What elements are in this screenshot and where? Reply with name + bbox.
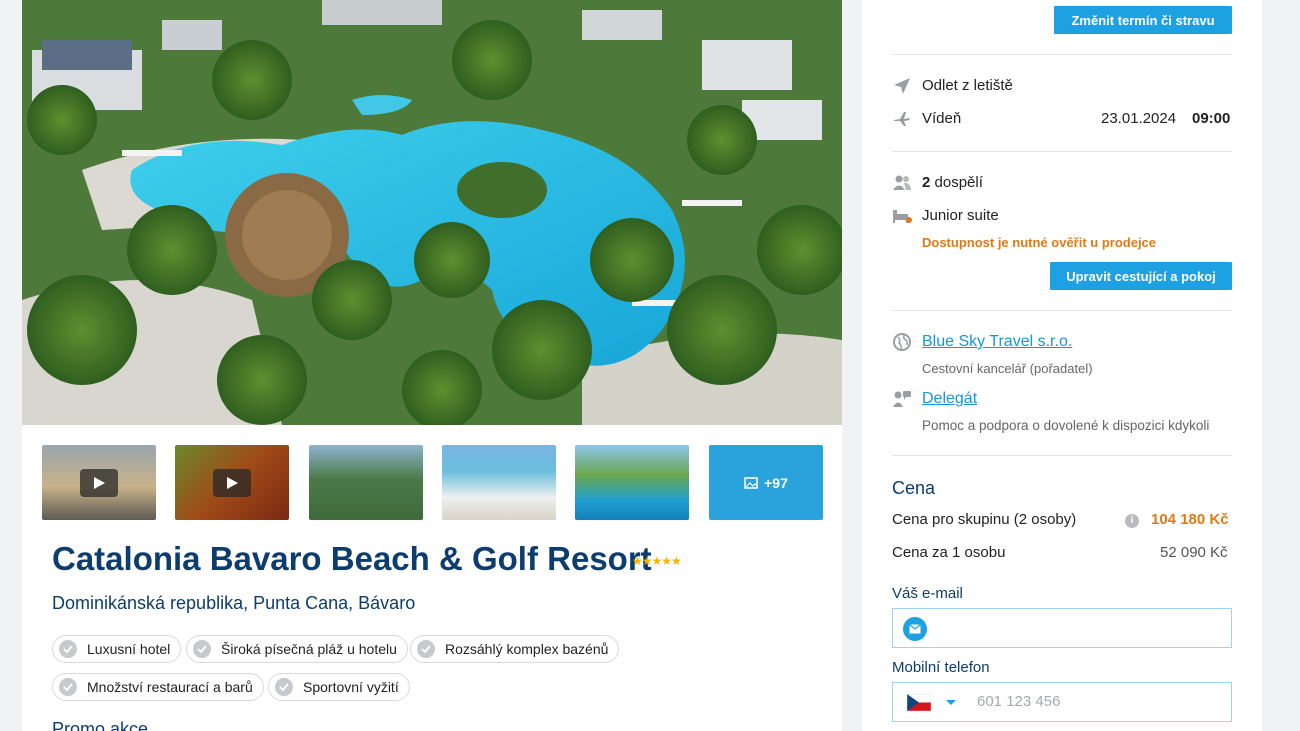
organizer-link[interactable]: Blue Sky Travel s.r.o. [922, 333, 1072, 351]
feature-tag: Luxusní hotel [52, 635, 182, 663]
feature-tag-label: Sportovní vyžití [303, 679, 399, 695]
price-heading: Cena [892, 478, 936, 498]
organizer-role: Cestovní kancelář (pořadatel) [922, 361, 1093, 376]
traveller-label: dospělí [934, 174, 983, 191]
hotel-detail-panel: +97 Catalonia Bavaro Beach & Golf Resort… [22, 0, 842, 731]
divider [892, 54, 1232, 55]
booking-sidebar: Změnit termín či stravu Odlet z letiště … [862, 0, 1262, 731]
send-icon [894, 78, 910, 94]
check-icon [275, 678, 293, 696]
person-price-value: 52 090 Kč [1160, 544, 1228, 561]
photo-thumbnail-1[interactable] [309, 445, 423, 520]
room-type: Junior suite [922, 207, 999, 224]
edit-travellers-button[interactable]: Upravit cestující a pokoj [1050, 262, 1232, 290]
divider [892, 151, 1232, 152]
change-date-button[interactable]: Změnit termín či stravu [1054, 6, 1232, 34]
people-icon [893, 175, 911, 190]
more-photos-count: +97 [764, 474, 788, 491]
hotel-name: Catalonia Bavaro Beach & Golf Resort [52, 540, 652, 577]
video-thumbnail-2[interactable] [175, 445, 289, 520]
chevron-down-icon[interactable] [945, 699, 957, 707]
globe-icon [893, 333, 911, 351]
info-icon[interactable]: i [1125, 514, 1139, 528]
czech-flag-icon[interactable] [907, 694, 931, 711]
feature-tag: Široká písečná pláž u hotelu [186, 635, 408, 663]
availability-warning: Dostupnost je nutné ověřit u prodejce [922, 235, 1157, 250]
play-icon [80, 469, 118, 497]
feature-tag-label: Množství restaurací a barů [87, 679, 253, 695]
more-photos-button[interactable]: +97 [709, 445, 823, 520]
promo-heading: Promo akce [52, 719, 149, 731]
delegate-description: Pomoc a podpora o dovolené k dispozici k… [922, 418, 1210, 433]
divider [892, 455, 1232, 456]
person-price-label: Cena za 1 osobu [892, 544, 1006, 561]
email-field[interactable] [892, 608, 1232, 648]
feature-tag: Rozsáhlý komplex bazénů [410, 635, 620, 663]
group-price-label: Cena pro skupinu (2 osoby) [892, 511, 1077, 528]
departure-date: 23.01.2024 [1101, 110, 1177, 127]
hero-photo[interactable] [22, 0, 842, 425]
image-icon [744, 476, 758, 489]
star-rating: ★★★★★ [632, 554, 682, 568]
video-thumbnail-1[interactable] [42, 445, 156, 520]
feature-tag-label: Rozsáhlý komplex bazénů [445, 641, 609, 657]
group-price-value: 104 180 Kč [1151, 511, 1229, 528]
departure-airport: Vídeň [922, 110, 962, 127]
envelope-icon [903, 617, 927, 641]
feature-tag-label: Luxusní hotel [87, 641, 171, 657]
check-icon [59, 640, 77, 658]
hotel-location: Dominikánská republika, Punta Cana, Báva… [52, 593, 416, 613]
traveller-count: 2 [922, 174, 931, 191]
departure-time: 09:00 [1192, 110, 1231, 127]
check-icon [59, 678, 77, 696]
feature-tag-label: Široká písečná pláž u hotelu [221, 641, 397, 657]
airplane-icon [894, 112, 910, 126]
play-icon [213, 469, 251, 497]
phone-label: Mobilní telefon [892, 659, 990, 676]
feature-tag: Množství restaurací a barů [52, 673, 264, 701]
departure-heading: Odlet z letiště [922, 77, 1013, 94]
support-person-icon [893, 391, 911, 407]
phone-placeholder: 601 123 456 [977, 693, 1061, 710]
traveller-summary: 2 dospělí [922, 174, 983, 191]
gallery-thumbnails: +97 [42, 445, 823, 520]
check-icon [193, 640, 211, 658]
photo-thumbnail-2[interactable] [442, 445, 556, 520]
bed-icon [893, 210, 912, 223]
phone-field[interactable]: 601 123 456 [892, 682, 1232, 722]
email-label: Váš e-mail [892, 585, 963, 602]
check-icon [417, 640, 435, 658]
delegate-link[interactable]: Delegát [922, 390, 977, 408]
divider [892, 310, 1232, 311]
feature-tag: Sportovní vyžití [268, 673, 410, 701]
resort-aerial-image [22, 0, 842, 425]
photo-thumbnail-3[interactable] [575, 445, 689, 520]
